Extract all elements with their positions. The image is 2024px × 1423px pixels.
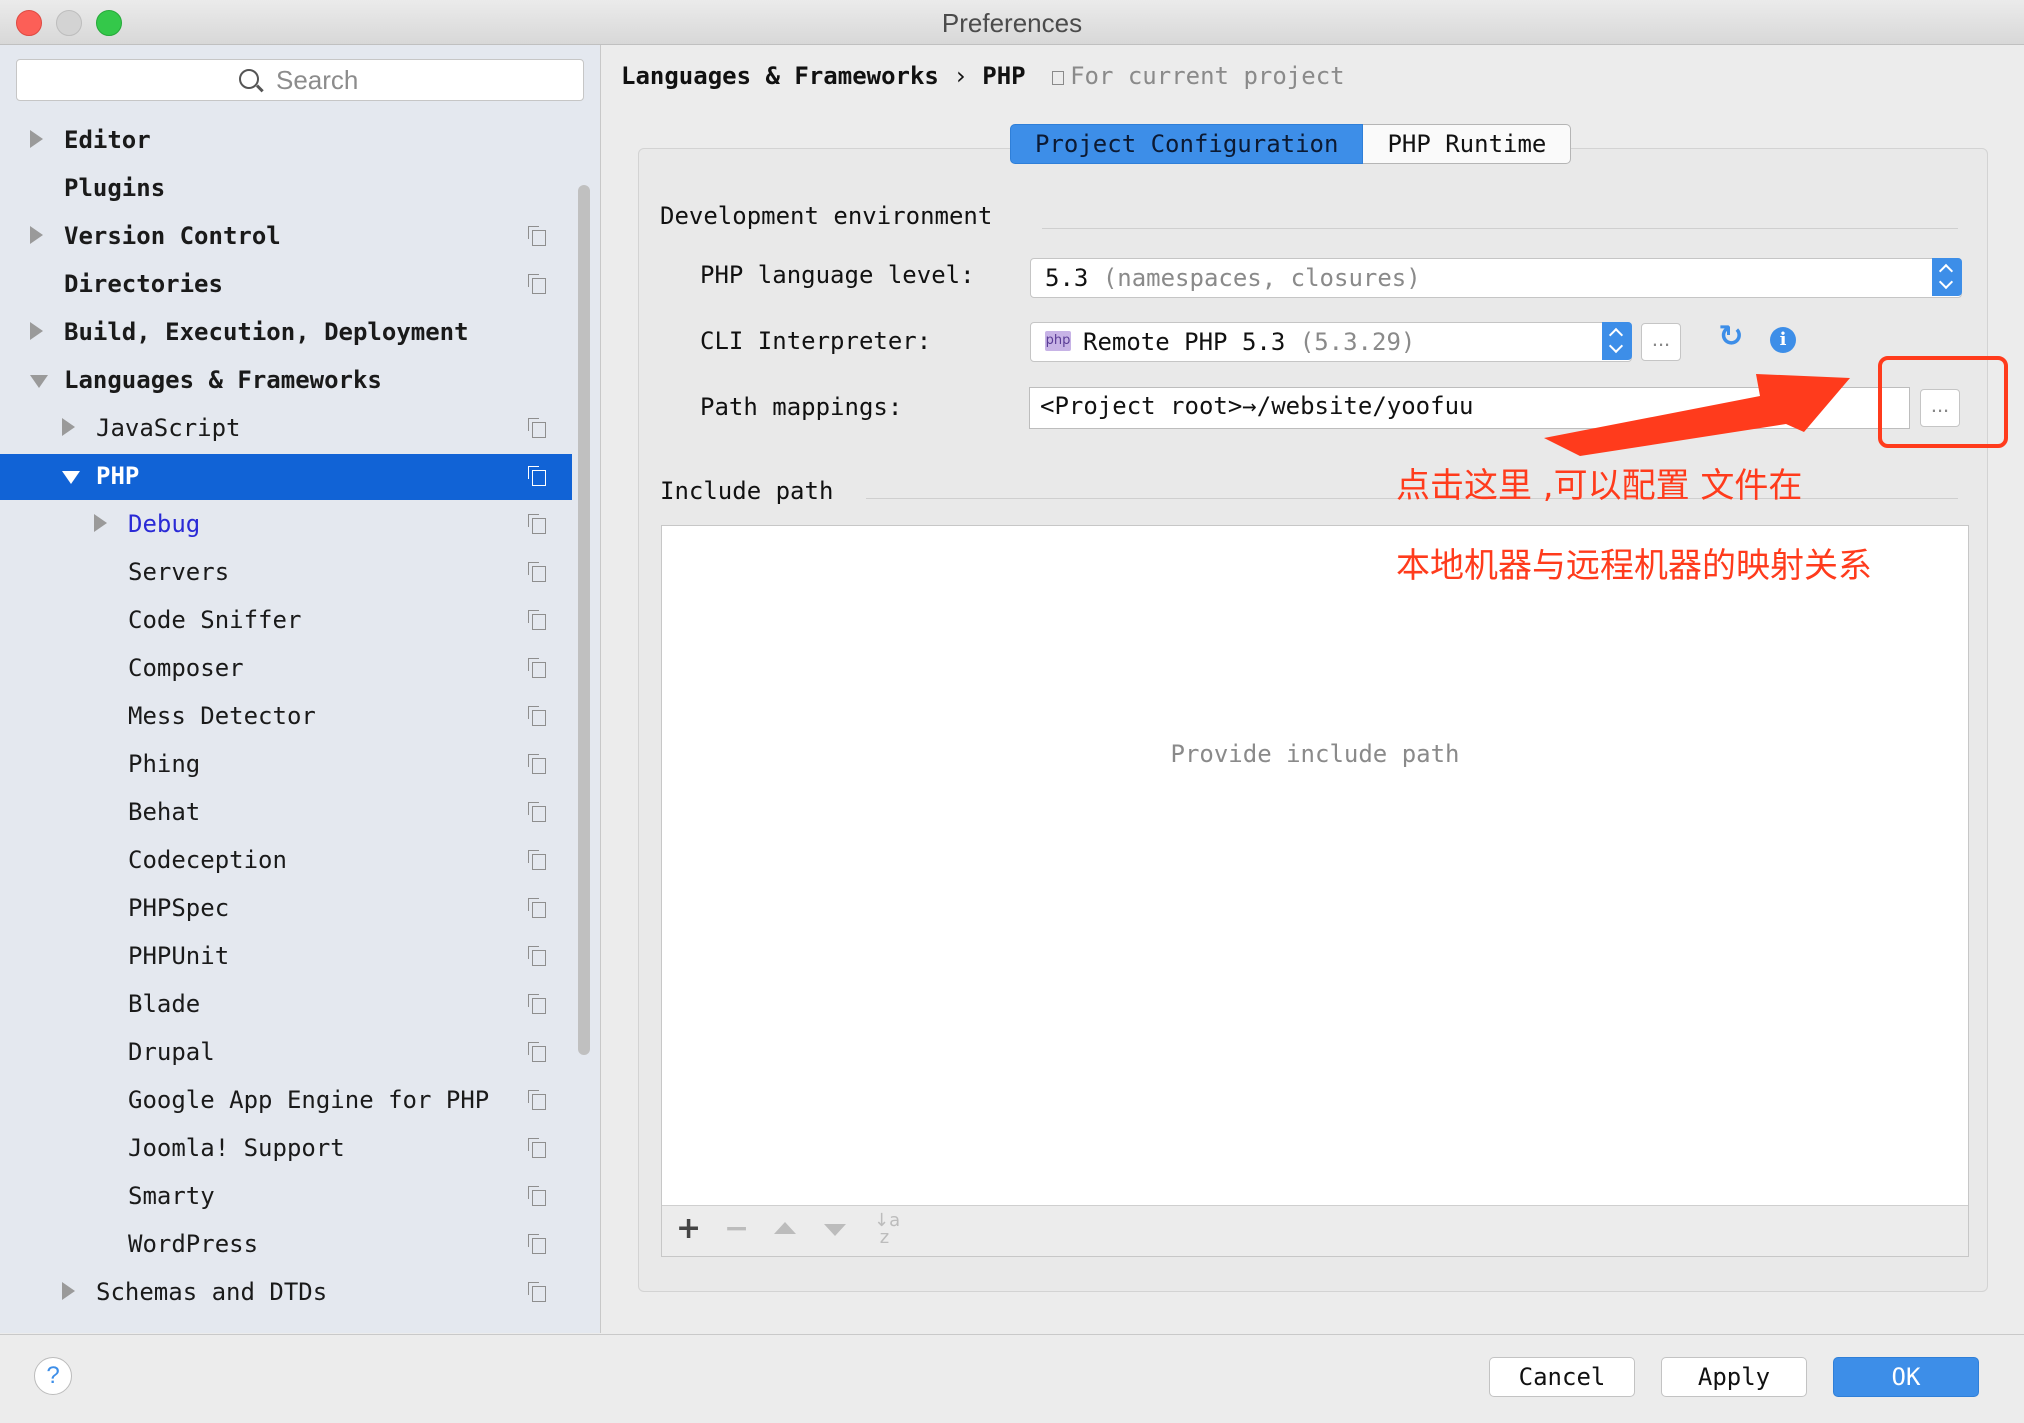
dialog-footer: ? Cancel Apply OK — [0, 1334, 2024, 1423]
annotation-text-line2: 本地机器与远程机器的映射关系 — [1396, 546, 1872, 586]
apply-button[interactable]: Apply — [1661, 1357, 1807, 1397]
help-button[interactable]: ? — [34, 1357, 72, 1395]
annotation-arrow — [1544, 374, 1850, 456]
preferences-window: Preferences Search Editor Plugins Version … — [0, 0, 2024, 1423]
annotation-text-line1: 点击这里 ,可以配置 文件在 — [1396, 466, 1803, 506]
cancel-button[interactable]: Cancel — [1489, 1357, 1635, 1397]
annotation-highlight-box — [1878, 356, 2008, 448]
ok-button[interactable]: OK — [1833, 1357, 1979, 1397]
